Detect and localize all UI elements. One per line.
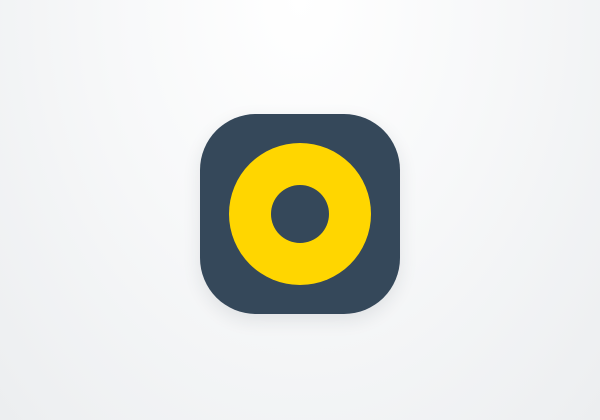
background	[0, 0, 600, 420]
ring-icon	[229, 143, 371, 285]
ring-hole	[271, 185, 329, 243]
